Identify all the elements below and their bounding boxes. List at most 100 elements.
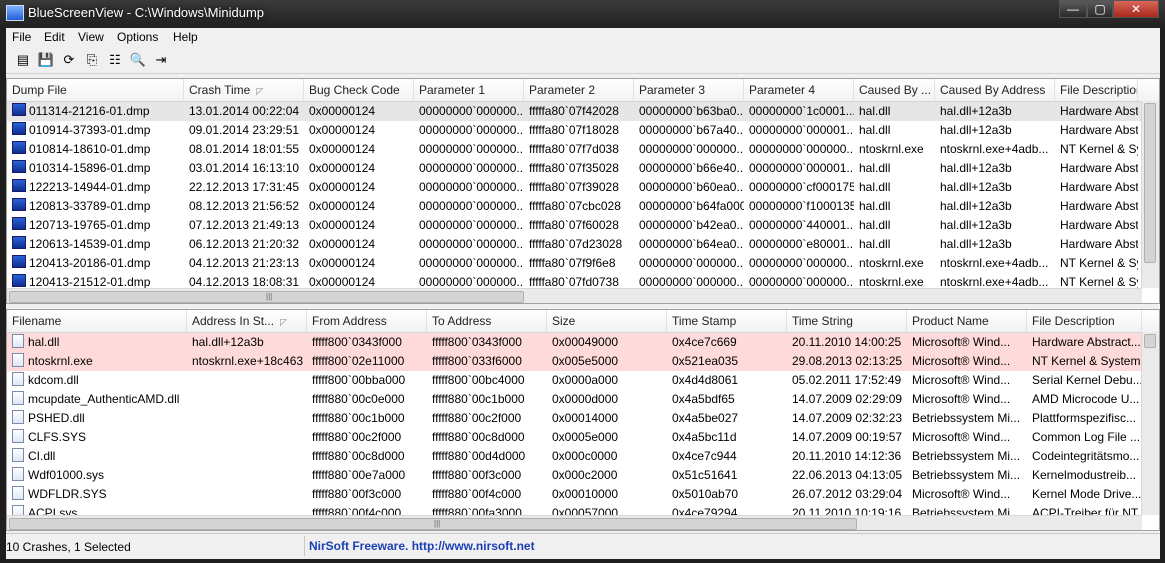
crash-column-header[interactable]: Bug Check Code xyxy=(304,79,414,101)
module-column-header[interactable]: Filename xyxy=(7,310,187,332)
module-column-header[interactable]: Time Stamp xyxy=(667,310,787,332)
save-icon[interactable]: 💾 xyxy=(37,51,55,69)
crash-list-horizontal-scrollbar[interactable]: ||| xyxy=(7,288,1142,303)
crash-cell-text: Hardware Abstr xyxy=(1060,199,1138,213)
module-row[interactable]: WDFLDR.SYS fffff880`00f3c000 fffff880`00f4… xyxy=(7,485,1159,504)
module-cell: 0x00049000 xyxy=(547,333,667,352)
module-row[interactable]: CI.dll fffff880`00c8d000 fffff880`00d4d000… xyxy=(7,447,1159,466)
find-icon[interactable]: 🔍 xyxy=(129,51,147,69)
crash-cell: 06.12.2013 21:20:32 xyxy=(184,235,304,254)
crash-column-header[interactable]: File Description xyxy=(1055,79,1138,101)
crash-row[interactable]: 120413-20186-01.dmp 04.12.2013 21:23:13 0x… xyxy=(7,254,1159,273)
crash-cell-text: 00000000`000000... xyxy=(639,275,744,289)
properties-icon[interactable]: ☷ xyxy=(106,51,124,69)
module-row[interactable]: ntoskrnl.exe ntoskrnl.exe+18c463 fffff800`… xyxy=(7,352,1159,371)
crash-cell-text: 08.01.2014 18:01:55 xyxy=(189,142,300,156)
module-row[interactable]: hal.dll hal.dll+12a3b fffff800`0343f000 fff… xyxy=(7,333,1159,352)
module-cell-text: fffff880`00e7a000 xyxy=(312,468,406,482)
crash-cell-text: hal.dll xyxy=(859,199,891,213)
menu-view[interactable]: View xyxy=(78,30,104,44)
crash-cell-text: 03.01.2014 16:13:10 xyxy=(189,161,300,175)
module-cell-text: fffff800`02e11000 xyxy=(312,354,405,368)
module-list[interactable]: Filename Address In St... ◸ From Address To … xyxy=(6,309,1160,531)
module-column-header[interactable]: Address In St... ◸ xyxy=(187,310,307,332)
crash-cell-text: Hardware Abstr xyxy=(1060,104,1138,118)
module-cell-text: 0x0005e000 xyxy=(552,430,619,444)
module-cell-text: 22.06.2013 04:13:05 xyxy=(792,468,903,482)
close-button[interactable]: ✕ xyxy=(1113,0,1159,18)
module-row[interactable]: Wdf01000.sys fffff880`00e7a000 fffff880`00… xyxy=(7,466,1159,485)
crash-column-header[interactable]: Caused By Address xyxy=(935,79,1055,101)
module-cell-text: fffff800`00bba000 xyxy=(312,373,406,387)
crash-column-header[interactable]: Crash Time ◸ xyxy=(184,79,304,101)
crash-cell-text: 00000000`e80001... xyxy=(749,237,854,251)
module-list-horizontal-scroll-thumb[interactable]: ||| xyxy=(9,518,857,530)
module-column-header[interactable]: From Address xyxy=(307,310,427,332)
module-cell-text: 0x0000a000 xyxy=(552,373,619,387)
module-cell-text: fffff880`00f3c000 xyxy=(432,468,522,482)
module-cell: fffff800`0343f000 xyxy=(427,333,547,352)
module-list-vertical-scroll-thumb[interactable] xyxy=(1144,334,1156,348)
menu-options[interactable]: Options xyxy=(117,30,158,44)
crash-row[interactable]: 010814-18610-01.dmp 08.01.2014 18:01:55 0x… xyxy=(7,140,1159,159)
module-column-header[interactable]: Size xyxy=(547,310,667,332)
module-list-vertical-scrollbar[interactable] xyxy=(1141,332,1159,515)
crash-row[interactable]: 120813-33789-01.dmp 08.12.2013 21:56:52 0x… xyxy=(7,197,1159,216)
refresh-icon[interactable]: ⟳ xyxy=(60,51,78,69)
module-cell: fffff880`00f3c000 xyxy=(427,466,547,485)
module-row[interactable]: CLFS.SYS fffff880`00c2f000 fffff880`00c8d0… xyxy=(7,428,1159,447)
module-cell: 14.07.2009 02:32:23 xyxy=(787,409,907,428)
maximize-button[interactable]: ▢ xyxy=(1087,0,1113,18)
module-cell xyxy=(187,466,307,485)
crash-column-header[interactable]: Parameter 4 xyxy=(744,79,854,101)
crash-cell-text: 00000000`cf000175 xyxy=(749,180,854,194)
module-cell: hal.dll+12a3b xyxy=(187,333,307,352)
crash-row[interactable]: 011314-21216-01.dmp 13.01.2014 00:22:04 0x… xyxy=(7,102,1159,121)
status-summary: 10 Crashes, 1 Selected xyxy=(6,540,131,554)
copy-icon[interactable]: ⎘ xyxy=(83,51,101,69)
crash-list[interactable]: Dump File Crash Time ◸ Bug Check Code Parame… xyxy=(6,78,1160,304)
title-bar[interactable]: BlueScreenView - C:\Windows\Minidump — ▢… xyxy=(0,0,1165,26)
crash-cell-text: 00000000`000000... xyxy=(419,142,524,156)
module-cell: fffff880`00c1b000 xyxy=(427,390,547,409)
crash-column-header[interactable]: Dump File xyxy=(7,79,184,101)
minimize-button[interactable]: — xyxy=(1059,0,1087,18)
menu-help[interactable]: Help xyxy=(173,30,198,44)
crash-column-header-label: Parameter 1 xyxy=(419,83,486,97)
module-column-header[interactable]: File Description xyxy=(1027,310,1142,332)
crash-row[interactable]: 120713-19765-01.dmp 07.12.2013 21:49:13 0x… xyxy=(7,216,1159,235)
crash-column-header[interactable]: Parameter 2 xyxy=(524,79,634,101)
crash-cell: hal.dll xyxy=(854,197,935,216)
crash-row[interactable]: 010914-37393-01.dmp 09.01.2014 23:29:51 0x… xyxy=(7,121,1159,140)
module-row[interactable]: mcupdate_AuthenticAMD.dll fffff880`00c0e0… xyxy=(7,390,1159,409)
status-divider xyxy=(304,536,305,556)
crash-row[interactable]: 122213-14944-01.dmp 22.12.2013 17:31:45 0x… xyxy=(7,178,1159,197)
module-column-header[interactable]: Time String xyxy=(787,310,907,332)
menu-edit[interactable]: Edit xyxy=(44,30,65,44)
exit-icon[interactable]: ⇥ xyxy=(152,51,170,69)
crash-cell: 00000000`b66e40... xyxy=(634,159,744,178)
crash-cell: fffffa80`07f35028 xyxy=(524,159,634,178)
module-cell: 0x4a5be027 xyxy=(667,409,787,428)
crash-list-vertical-scrollbar[interactable] xyxy=(1141,101,1159,288)
crash-list-vertical-scroll-thumb[interactable] xyxy=(1144,103,1156,263)
crash-column-header-label: Parameter 3 xyxy=(639,83,706,97)
module-column-header[interactable]: To Address xyxy=(427,310,547,332)
crash-cell: 00000000`1c0001... xyxy=(744,102,854,121)
html-report-icon[interactable]: ▤ xyxy=(14,51,32,69)
crash-list-horizontal-scroll-thumb[interactable]: ||| xyxy=(9,291,524,303)
module-row[interactable]: kdcom.dll fffff800`00bba000 fffff800`00bc4… xyxy=(7,371,1159,390)
nirsoft-link[interactable]: NirSoft Freeware. http://www.nirsoft.net xyxy=(309,539,535,553)
crash-column-header[interactable]: Parameter 3 xyxy=(634,79,744,101)
crash-row[interactable]: 010314-15896-01.dmp 03.01.2014 16:13:10 0x… xyxy=(7,159,1159,178)
menu-file[interactable]: File xyxy=(12,30,31,44)
module-cell: 14.07.2009 00:19:57 xyxy=(787,428,907,447)
module-list-horizontal-scrollbar[interactable]: ||| xyxy=(7,515,1142,530)
crash-column-header[interactable]: Parameter 1 xyxy=(414,79,524,101)
crash-row[interactable]: 120613-14539-01.dmp 06.12.2013 21:20:32 0x… xyxy=(7,235,1159,254)
module-column-header[interactable]: Product Name xyxy=(907,310,1027,332)
module-row[interactable]: PSHED.dll fffff880`00c1b000 fffff880`00c2f… xyxy=(7,409,1159,428)
module-cell-text: Betriebssystem Mi... xyxy=(912,411,1021,425)
crash-column-header[interactable]: Caused By ... xyxy=(854,79,935,101)
module-cell-text: fffff880`00c8d000 xyxy=(432,430,525,444)
